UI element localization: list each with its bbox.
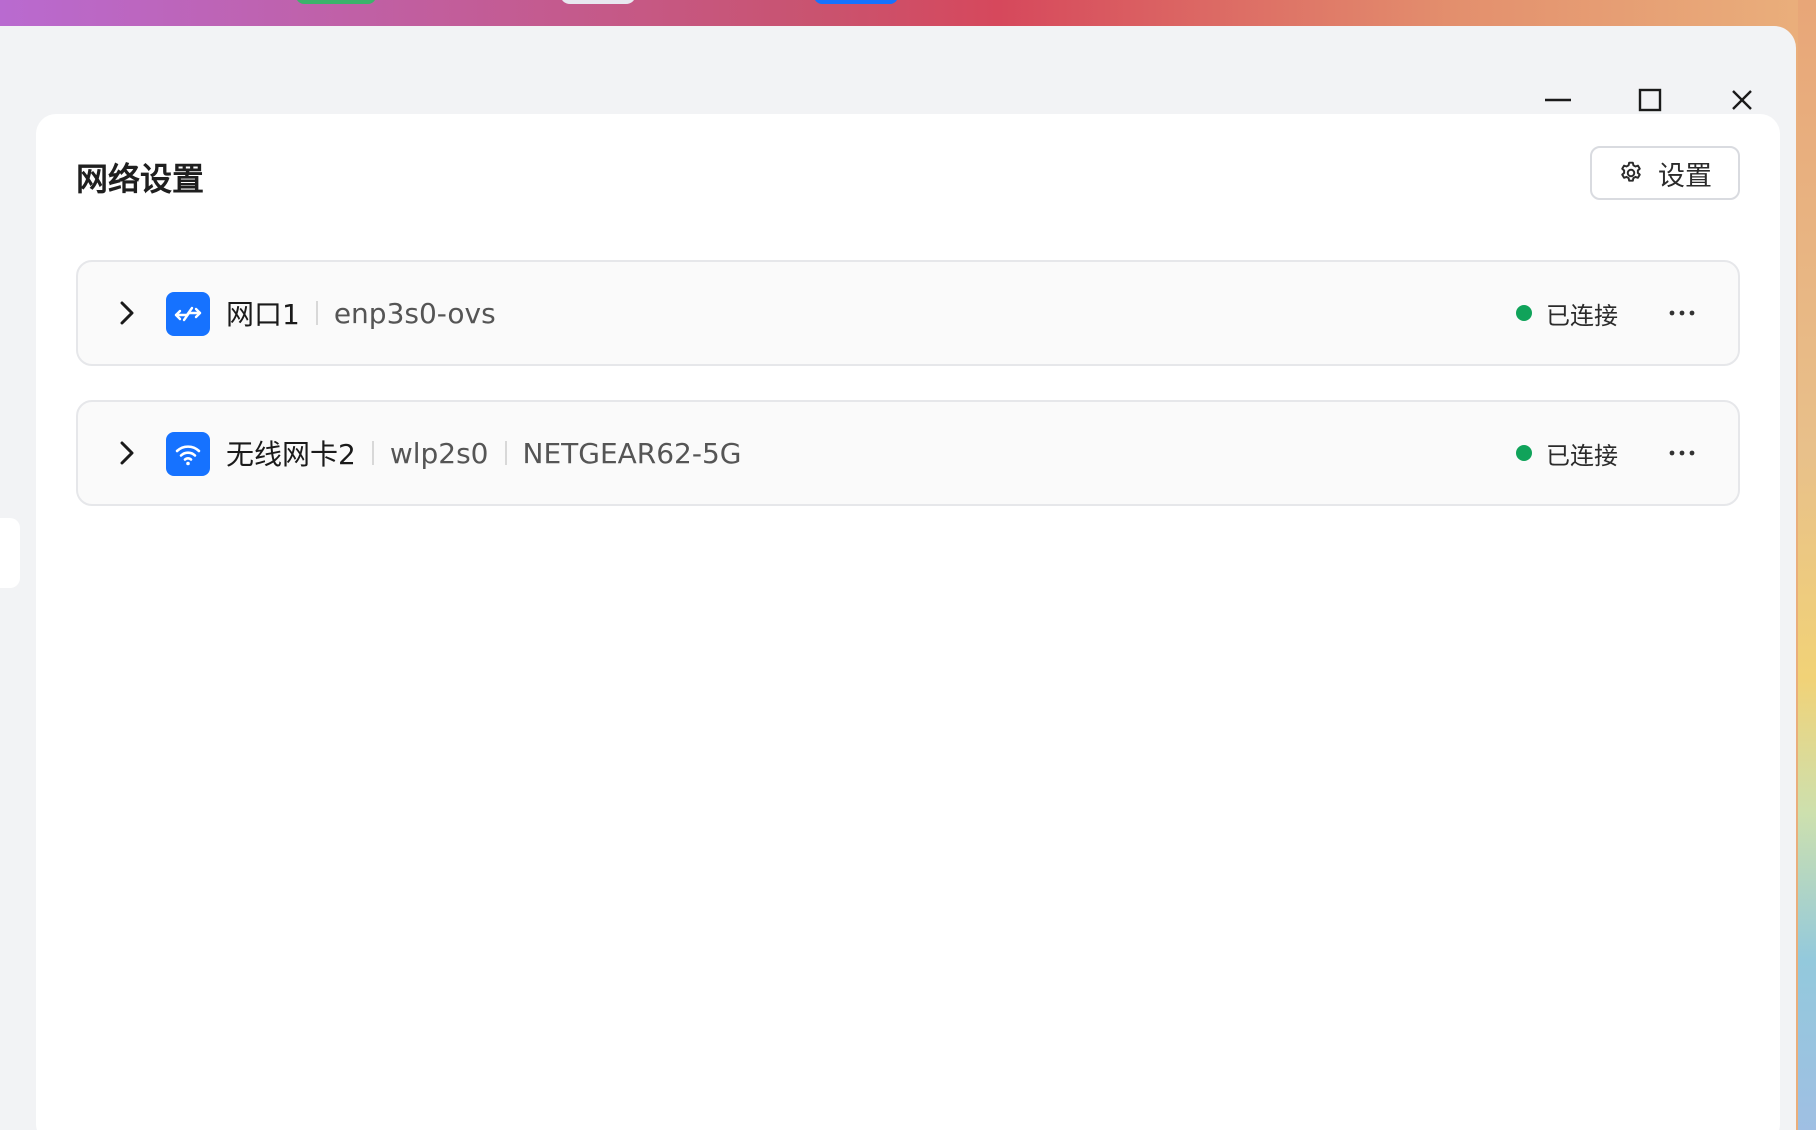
status-text: 已连接 (1546, 301, 1618, 330)
status-dot (1516, 305, 1532, 321)
chevron-right-icon (120, 301, 134, 325)
minimize-icon (1545, 98, 1571, 102)
divider (371, 441, 374, 465)
expand-button[interactable] (112, 298, 142, 328)
desktop-dock-item (560, 0, 636, 4)
more-options-button[interactable] (1660, 438, 1704, 468)
gear-icon (1621, 161, 1641, 182)
interface-row-wireless[interactable]: 无线网卡2 wlp2s0 NETGEAR62-5G 已连接 (76, 400, 1740, 506)
close-icon (1732, 90, 1752, 110)
interface-ssid: NETGEAR62-5G (522, 436, 742, 470)
more-horizontal-icon (1669, 310, 1695, 316)
sidebar-collapse-handle[interactable] (0, 518, 20, 588)
desktop-dock-item (814, 0, 898, 4)
settings-button-label: 设置 (1658, 160, 1712, 192)
status-text: 已连接 (1546, 441, 1618, 470)
network-settings-window: 网络设置 设置 网口1 enp3s0-ovs 已连接 无线网卡2 wlp2s0 … (0, 26, 1796, 1130)
desktop-edge (1798, 0, 1816, 1130)
interface-list: 网口1 enp3s0-ovs 已连接 无线网卡2 wlp2s0 NETGEAR6… (76, 260, 1740, 540)
ethernet-swap-icon (166, 292, 210, 336)
interface-device: wlp2s0 (389, 436, 489, 470)
interface-name: 网口1 (226, 298, 300, 331)
chevron-right-icon (120, 441, 134, 465)
interface-info: 网口1 enp3s0-ovs (226, 262, 496, 364)
settings-button[interactable]: 设置 (1590, 146, 1740, 200)
desktop-dock-item (296, 0, 376, 4)
divider (504, 441, 507, 465)
status-dot (1516, 445, 1532, 461)
wifi-icon (166, 432, 210, 476)
more-horizontal-icon (1669, 450, 1695, 456)
main-card: 网络设置 设置 网口1 enp3s0-ovs 已连接 无线网卡2 wlp2s0 … (36, 114, 1780, 1130)
interface-info: 无线网卡2 wlp2s0 NETGEAR62-5G (226, 402, 741, 504)
status-badge: 已连接 (1516, 402, 1618, 504)
desktop-background (0, 0, 1816, 28)
expand-button[interactable] (112, 438, 142, 468)
more-options-button[interactable] (1660, 298, 1704, 328)
interface-name: 无线网卡2 (226, 438, 356, 471)
page-title: 网络设置 (76, 160, 205, 198)
divider (315, 301, 318, 325)
status-badge: 已连接 (1516, 262, 1618, 364)
interface-row-ethernet[interactable]: 网口1 enp3s0-ovs 已连接 (76, 260, 1740, 366)
interface-device: enp3s0-ovs (333, 296, 496, 330)
maximize-icon (1638, 88, 1662, 112)
